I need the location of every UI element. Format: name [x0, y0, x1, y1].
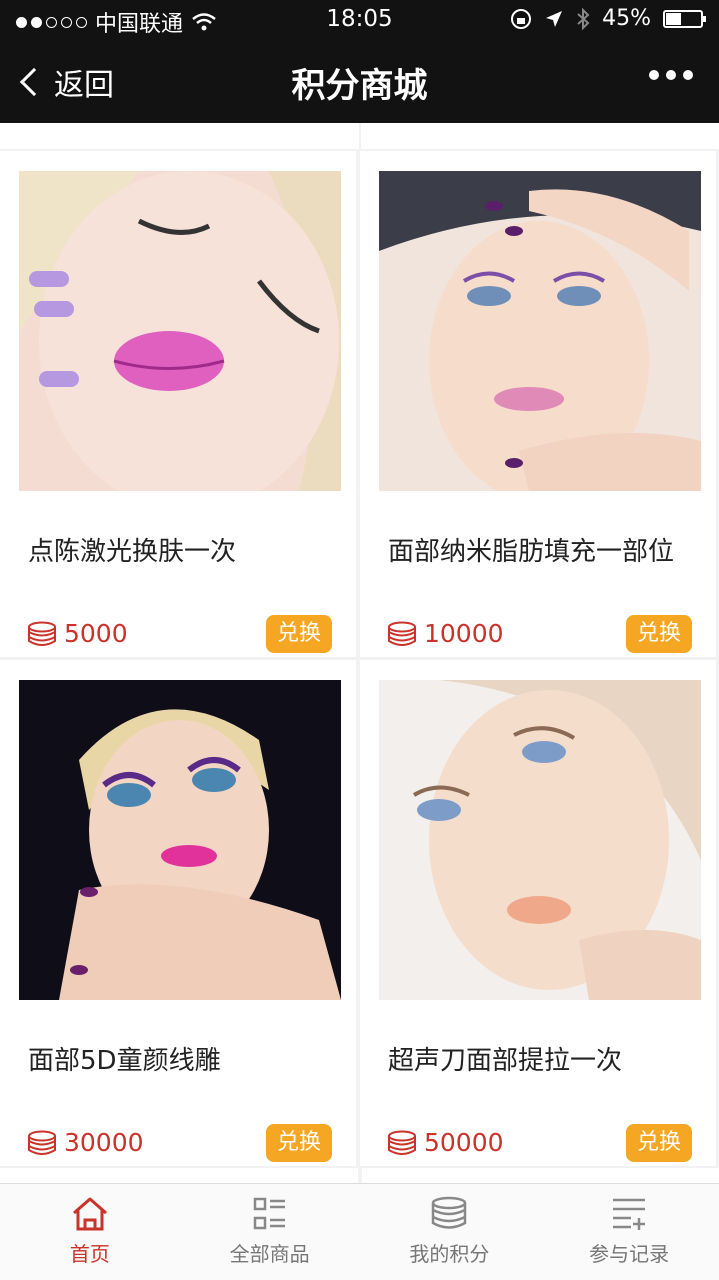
product-name: 超声刀面部提拉一次 [388, 1046, 623, 1076]
redeem-button[interactable]: 兑换 [266, 615, 332, 653]
records-list-icon [613, 1198, 646, 1230]
battery-percent: 45% [602, 6, 651, 31]
product-image-face-hands[interactable] [379, 171, 701, 491]
coins-icon [388, 1130, 416, 1155]
previous-row-remnant [0, 123, 719, 149]
next-row-remnant [0, 1168, 719, 1183]
product-image-dark-portrait[interactable] [19, 680, 341, 1000]
product-card[interactable]: 点陈激光换肤一次 5000 兑换 [0, 151, 356, 657]
product-points: 30000 [26, 1128, 144, 1157]
tab-bar: 首页 全部商品 我的积分 参与记录 [0, 1183, 719, 1280]
coins-icon [388, 621, 416, 646]
product-name: 面部5D童颜线雕 [28, 1046, 221, 1076]
tab-label: 全部商品 [229, 1242, 310, 1266]
product-points: 10000 [386, 619, 504, 648]
location-icon [546, 10, 563, 27]
status-bar: 中国联通 18:05 45% [0, 0, 719, 40]
dot-icon [666, 70, 676, 80]
product-image-soft-portrait[interactable] [379, 680, 701, 1000]
dot-icon [649, 70, 659, 80]
tab-label: 我的积分 [409, 1242, 490, 1266]
rotation-lock-icon [511, 8, 532, 29]
product-name: 面部纳米脂肪填充一部位 [388, 537, 675, 567]
tab-records[interactable]: 参与记录 [539, 1184, 719, 1280]
coins-stack-icon [432, 1196, 467, 1229]
redeem-button[interactable]: 兑换 [626, 1124, 692, 1162]
tab-label: 参与记录 [589, 1242, 670, 1266]
product-points: 5000 [26, 619, 128, 648]
more-options-button[interactable] [649, 70, 693, 80]
tab-label: 首页 [69, 1242, 110, 1266]
product-name: 点陈激光换肤一次 [28, 537, 237, 567]
redeem-button[interactable]: 兑换 [266, 1124, 332, 1162]
product-card[interactable]: 超声刀面部提拉一次 50000 兑换 [360, 660, 716, 1166]
coins-icon [28, 1130, 56, 1155]
product-card[interactable]: 面部纳米脂肪填充一部位 10000 兑换 [360, 151, 716, 657]
tab-home[interactable]: 首页 [0, 1184, 180, 1280]
coins-icon [28, 621, 56, 646]
page-title: 积分商城 [291, 66, 428, 106]
product-card[interactable]: 面部5D童颜线雕 30000 兑换 [0, 660, 356, 1166]
product-image-lips[interactable] [19, 171, 341, 491]
tab-all-products[interactable]: 全部商品 [180, 1184, 360, 1280]
bluetooth-icon [577, 7, 590, 30]
list-grid-icon [253, 1197, 285, 1230]
battery-icon [663, 9, 706, 28]
home-icon [72, 1197, 107, 1231]
product-points: 50000 [386, 1128, 504, 1157]
product-grid: 点陈激光换肤一次 5000 兑换 面部纳米脂肪填充一部位 10000 兑换 面部… [0, 123, 719, 1183]
dot-icon [683, 70, 693, 80]
redeem-button[interactable]: 兑换 [626, 615, 692, 653]
tab-my-points[interactable]: 我的积分 [360, 1184, 540, 1280]
nav-bar: 返回 积分商城 [0, 40, 719, 123]
